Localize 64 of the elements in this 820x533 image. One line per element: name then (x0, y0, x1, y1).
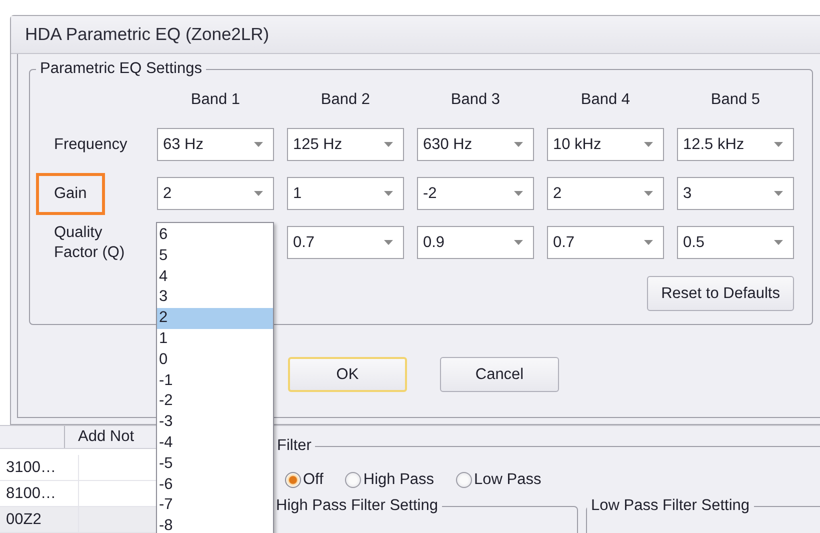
caret-icon (774, 191, 783, 196)
column-header: Band 3 (450, 90, 502, 110)
column-header: Band 1 (190, 90, 242, 110)
dropdown-field[interactable]: 630 Hz (417, 128, 534, 161)
list-option[interactable]: 3 (157, 287, 273, 308)
list-option[interactable]: 1 (157, 328, 273, 350)
caret-icon (254, 191, 263, 196)
dropdown-field[interactable]: -2 (417, 177, 534, 210)
caret-icon (254, 142, 263, 147)
list-option[interactable]: -4 (157, 432, 273, 454)
group-title: Parametric EQ Settings (39, 60, 203, 78)
list-option[interactable]: 5 (157, 246, 273, 267)
list-option[interactable]: -5 (157, 454, 273, 475)
list-option[interactable]: -2 (157, 391, 273, 412)
dropdown-field[interactable]: 3 (677, 177, 794, 210)
dropdown-field[interactable]: 2 (547, 177, 664, 210)
dropdown-field[interactable]: 0.5 (677, 226, 794, 259)
radio-option[interactable]: Off (285, 469, 324, 491)
dropdown-field[interactable]: 0.7 (287, 226, 404, 259)
radio-option[interactable]: Low Pass (456, 469, 542, 491)
caret-icon (514, 240, 523, 245)
caret-icon (514, 142, 523, 147)
caret-icon (384, 240, 393, 245)
dropdown-field[interactable]: 1 (287, 177, 404, 210)
caret-icon (644, 191, 653, 196)
list-option[interactable]: -3 (157, 412, 273, 433)
cancel-button[interactable]: Cancel (440, 357, 559, 392)
group-title: Low Pass Filter Setting (590, 497, 751, 515)
column-header: Band 5 (710, 90, 762, 110)
dropdown-field[interactable]: 10 kHz (547, 128, 664, 161)
caret-icon (774, 142, 783, 147)
radio-option[interactable]: High Pass (345, 469, 434, 491)
table-cell: 00Z2 (6, 507, 79, 532)
dropdown-field[interactable]: 0.7 (547, 226, 664, 259)
dropdown-field[interactable]: 125 Hz (287, 128, 404, 161)
dropdown-field[interactable]: 63 Hz (157, 128, 274, 161)
ok-button[interactable]: OK (288, 357, 407, 392)
caret-icon (384, 142, 393, 147)
row-label: Quality Factor (Q) (54, 222, 126, 262)
caret-icon (384, 191, 393, 196)
group-title: High Pass Filter Setting (275, 497, 439, 515)
caret-icon (514, 191, 523, 196)
column-header[interactable]: Add Not (65, 426, 134, 448)
list-option[interactable]: 2 (157, 308, 273, 329)
dropdown-field[interactable]: 2 (157, 177, 274, 210)
dropdown-field[interactable]: 12.5 kHz (677, 128, 794, 161)
list-option[interactable]: -1 (157, 370, 273, 392)
caret-icon (774, 240, 783, 245)
window-title: HDA Parametric EQ (Zone2LR) (25, 24, 270, 45)
list-option[interactable]: 4 (157, 266, 273, 288)
column-header: Band 4 (580, 90, 632, 110)
list-option[interactable]: -6 (157, 474, 273, 496)
reset-button[interactable]: Reset to Defaults (647, 276, 794, 311)
caret-icon (644, 142, 653, 147)
row-label: Frequency (54, 134, 128, 154)
caret-icon (644, 240, 653, 245)
row-label: Gain (36, 172, 105, 214)
column-header: Band 2 (320, 90, 372, 110)
list-option[interactable]: 6 (157, 225, 273, 246)
table-cell: 8100… (6, 481, 79, 506)
group-title: Filter (276, 437, 312, 455)
table-cell: 3100… (6, 455, 79, 480)
dropdown-field[interactable]: 0.9 (417, 226, 534, 259)
list-option[interactable]: 0 (157, 350, 273, 371)
